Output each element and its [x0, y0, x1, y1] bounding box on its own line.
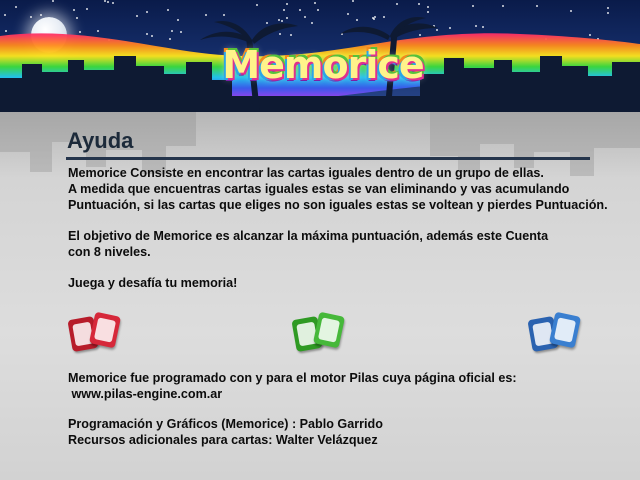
- objective-line-2: con 8 niveles.: [68, 245, 151, 259]
- green-cards-icon: [291, 311, 350, 356]
- red-cards-icon: [67, 311, 126, 356]
- credits-resources: Recursos adicionales para cartas: Walter…: [68, 433, 378, 447]
- engine-info-line-1: Memorice fue programado con y para el mo…: [68, 371, 517, 385]
- blue-cards-icon: [527, 311, 586, 356]
- engine-website-link[interactable]: www.pilas-engine.com.ar: [68, 386, 222, 402]
- description-line-2: A medida que encuentras cartas iguales e…: [68, 182, 570, 196]
- memorice-logo: Memorice: [222, 42, 424, 88]
- help-panel: Ayuda Memorice Consiste en encontrar las…: [0, 112, 640, 480]
- page-title: Ayuda: [67, 128, 134, 153]
- credits-programming: Programación y Gráficos (Memorice) : Pab…: [68, 417, 383, 431]
- description-line-3: Puntuación, si las cartas que eliges no …: [68, 198, 608, 212]
- header-banner: Memorice: [0, 0, 640, 112]
- objective-line-1: El objetivo de Memorice es alcanzar la m…: [68, 229, 549, 243]
- logo-text: Memorice: [222, 43, 424, 87]
- tagline: Juega y desafía tu memoria!: [68, 276, 238, 290]
- description-line-1: Memorice Consiste en encontrar las carta…: [68, 166, 544, 180]
- title-underline: [66, 157, 590, 160]
